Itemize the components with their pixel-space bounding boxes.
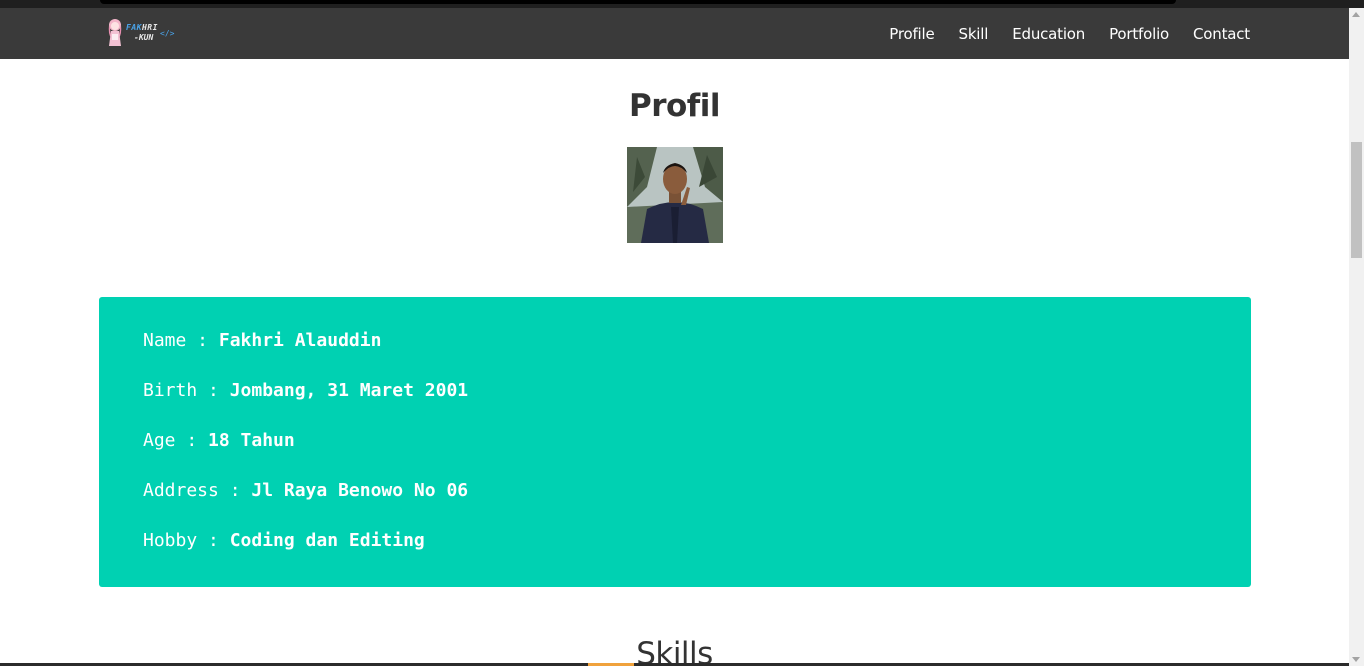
profile-field-age: Age : 18 Tahun bbox=[143, 430, 295, 451]
site-logo[interactable]: FAKHRI -KUN </> bbox=[104, 16, 176, 50]
nav-menu: Profile Skill Education Portfolio Contac… bbox=[889, 8, 1250, 59]
profile-info-card: Name : Fakhri Alauddin Birth : Jombang, … bbox=[99, 297, 1251, 587]
navbar: FAKHRI -KUN </> Profile Skill Education … bbox=[0, 8, 1349, 59]
nav-link-skill[interactable]: Skill bbox=[959, 25, 989, 43]
nav-link-contact[interactable]: Contact bbox=[1193, 25, 1250, 43]
scrollbar-thumb[interactable] bbox=[1351, 142, 1362, 258]
logo-code-tag: </> bbox=[160, 29, 175, 38]
profile-photo bbox=[627, 147, 723, 243]
profile-heading: Profil bbox=[628, 88, 721, 124]
profile-field-hobby: Hobby : Coding dan Editing bbox=[143, 530, 425, 551]
profile-field-birth: Birth : Jombang, 31 Maret 2001 bbox=[143, 380, 469, 401]
browser-top-edge bbox=[0, 0, 1364, 8]
profile-field-address: Address : Jl Raya Benowo No 06 bbox=[143, 480, 469, 501]
profile-photo-image bbox=[627, 147, 723, 243]
browser-chrome bbox=[100, 0, 1176, 4]
scroll-down-arrow-icon[interactable] bbox=[1352, 657, 1360, 662]
anime-character-icon bbox=[108, 19, 122, 46]
scroll-up-arrow-icon[interactable] bbox=[1352, 12, 1360, 17]
nav-link-education[interactable]: Education bbox=[1012, 25, 1085, 43]
skills-heading: Skills bbox=[636, 636, 713, 672]
nav-link-portfolio[interactable]: Portfolio bbox=[1109, 25, 1169, 43]
nav-link-profile[interactable]: Profile bbox=[889, 25, 934, 43]
logo-text-line1: FAKHRI bbox=[126, 23, 158, 32]
profile-field-name: Name : Fakhri Alauddin bbox=[143, 330, 382, 351]
logo-text-line2: -KUN bbox=[134, 33, 154, 42]
page-scrollbar[interactable] bbox=[1349, 8, 1364, 666]
